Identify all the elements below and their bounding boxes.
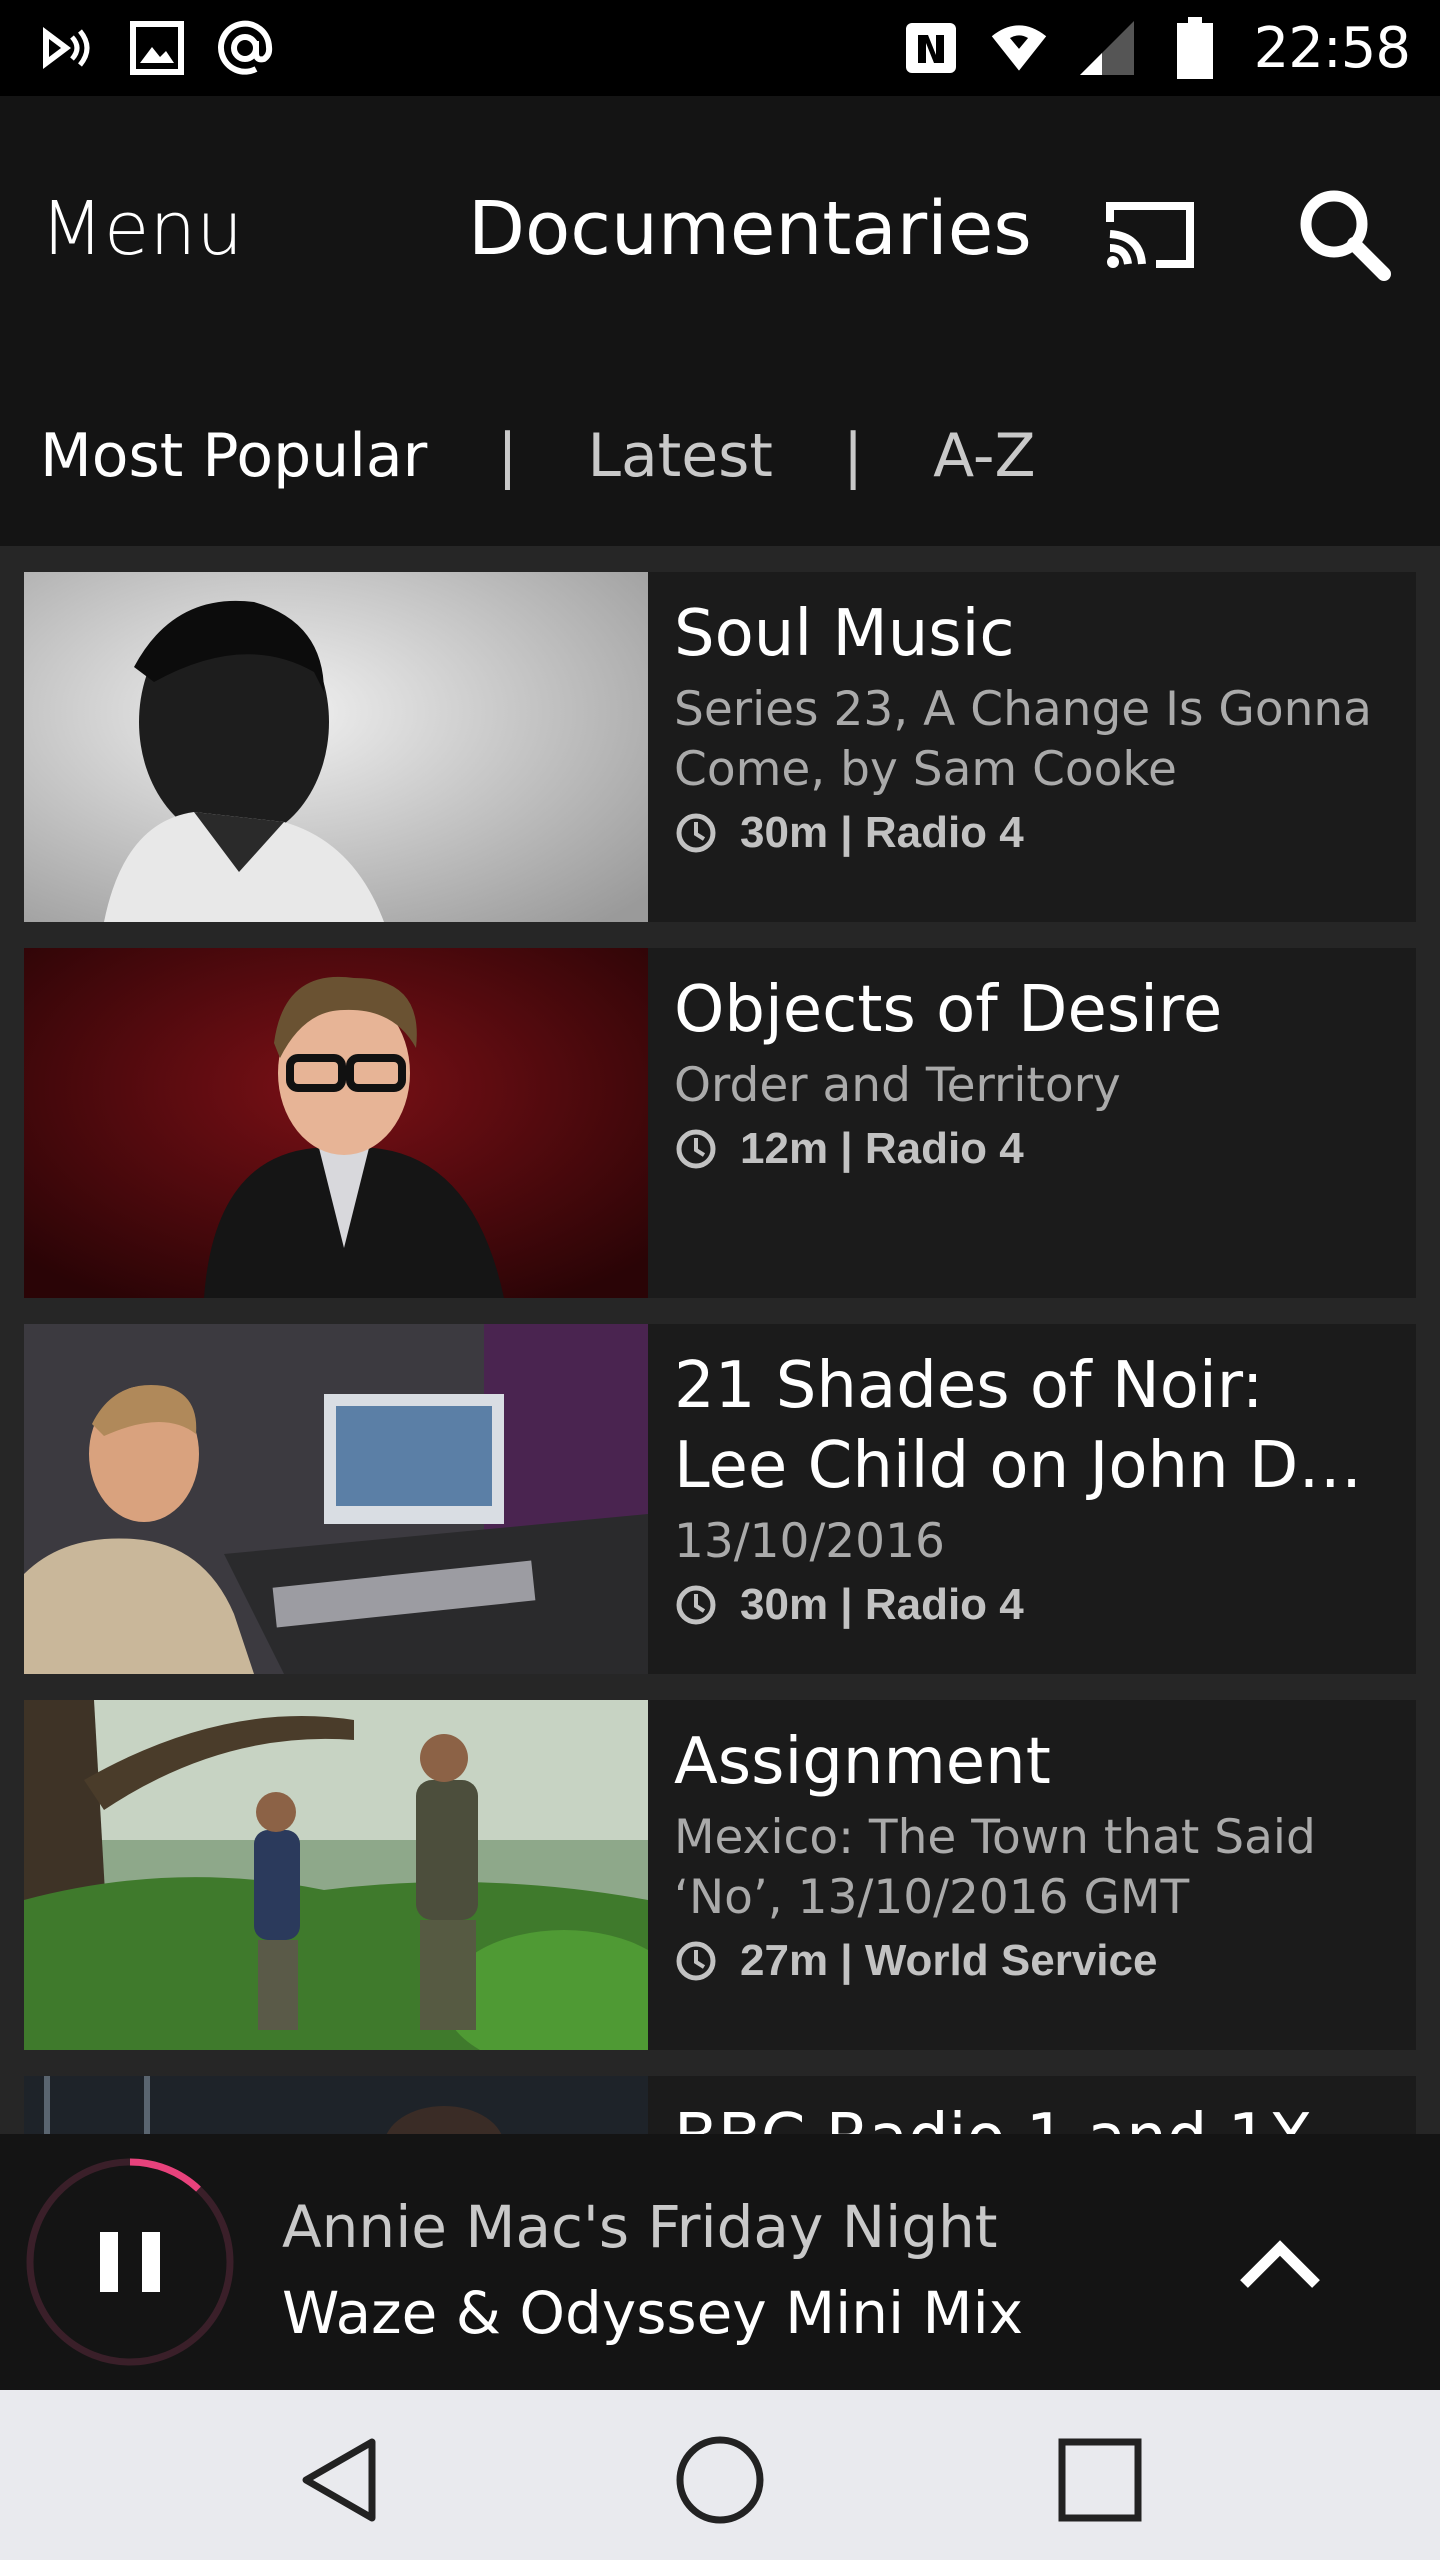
programme-thumbnail [24,1700,648,2050]
programme-thumbnail [24,2076,648,2134]
programme-subtitle: Mexico: The Town that Said ‘No’, 13/10/2… [674,1810,1316,1925]
tab-separator: | [842,421,864,491]
programme-info: 21 Shades of Noir: Lee Child on John D M… [648,1324,1416,1674]
tab-separator: | [497,421,518,491]
programme-thumbnail [24,1324,648,1674]
duration-station: 27m | World Service [740,1936,1158,1985]
duration-station: 30m | Radio 4 [740,1580,1024,1629]
search-icon[interactable] [1290,180,1400,290]
programme-title: BBC Radio 1 and 1Xtra's [674,2098,1388,2134]
nfc-icon [902,19,960,77]
programme-subtitle: Order and Territory [674,1058,1121,1113]
programme-title: Soul Music [674,597,1015,671]
clock-icon [676,1941,716,1981]
system-nav-bar [0,2390,1440,2560]
programme-info: Soul Music Series 23, A Change Is Gonna … [648,572,1416,922]
menu-button[interactable]: Menu [40,186,243,272]
wifi-icon [990,19,1048,77]
programme-card[interactable]: 21 Shades of Noir: Lee Child on John D M… [24,1324,1416,1674]
tab-latest[interactable]: Latest [588,421,773,491]
programme-card[interactable]: Assignment Mexico: The Town that Said ‘N… [24,1700,1416,2050]
programme-card[interactable]: BBC Radio 1 and 1Xtra's [24,2076,1416,2134]
toolbar: Menu Documentaries [0,96,1440,366]
cast-icon[interactable] [1100,184,1200,284]
clock-icon [676,813,716,853]
programme-info: BBC Radio 1 and 1Xtra's [648,2076,1416,2134]
status-bar: 22:58 [0,0,1440,96]
recents-icon[interactable] [1050,2430,1150,2530]
status-time: 22:58 [1253,15,1411,81]
programme-title: Objects of Desire [674,973,1223,1047]
tab-most-popular[interactable]: Most Popular [40,421,427,491]
mini-player[interactable]: Annie Mac's Friday Night Waze & Odyssey … [0,2134,1440,2390]
programme-subtitle: 13/10/2016 [674,1514,945,1569]
page-title: Documentaries [468,186,1032,272]
programme-meta: 30m | Radio 4 [674,1580,1388,1630]
programme-thumbnail [24,948,648,1298]
programme-meta: 30m | Radio 4 [674,808,1388,858]
now-playing-subtitle: Waze & Odyssey Mini Mix [282,2279,1024,2347]
cast-audio-icon [40,19,98,77]
chevron-up-icon[interactable] [1230,2214,1330,2314]
battery-icon [1166,17,1224,79]
tab-a-z[interactable]: A-Z [933,421,1035,491]
signal-icon [1078,19,1136,77]
tab-bar: Most Popular | Latest | A-Z [0,366,1440,546]
clock-icon [676,1129,716,1169]
programme-subtitle: Series 23, A Change Is Gonna Come, by Sa… [674,682,1372,797]
programme-thumbnail [24,572,648,922]
programme-meta: 27m | World Service [674,1936,1388,1986]
duration-station: 12m | Radio 4 [740,1124,1024,1173]
programme-meta: 12m | Radio 4 [674,1124,1388,1174]
programme-info: Assignment Mexico: The Town that Said ‘N… [648,1700,1416,2050]
programme-card[interactable]: Soul Music Series 23, A Change Is Gonna … [24,572,1416,922]
image-icon [128,19,186,77]
programme-list[interactable]: Soul Music Series 23, A Change Is Gonna … [0,546,1440,2134]
duration-station: 30m | Radio 4 [740,808,1024,857]
pause-icon[interactable] [24,2156,236,2368]
programme-title: Assignment [674,1725,1051,1799]
status-left-icons [40,19,274,77]
now-playing-title: Annie Mac's Friday Night [282,2193,998,2261]
now-playing[interactable]: Annie Mac's Friday Night Waze & Odyssey … [282,2184,1023,2356]
home-icon[interactable] [670,2430,770,2530]
programme-card[interactable]: Objects of Desire Order and Territory 12… [24,948,1416,1298]
at-sign-icon [216,19,274,77]
programme-info: Objects of Desire Order and Territory 12… [648,948,1416,1298]
clock-icon [676,1585,716,1625]
status-right-icons: 22:58 [902,15,1411,81]
programme-title: 21 Shades of Noir: Lee Child on John D M… [674,1349,1299,1503]
back-icon[interactable] [292,2430,392,2530]
